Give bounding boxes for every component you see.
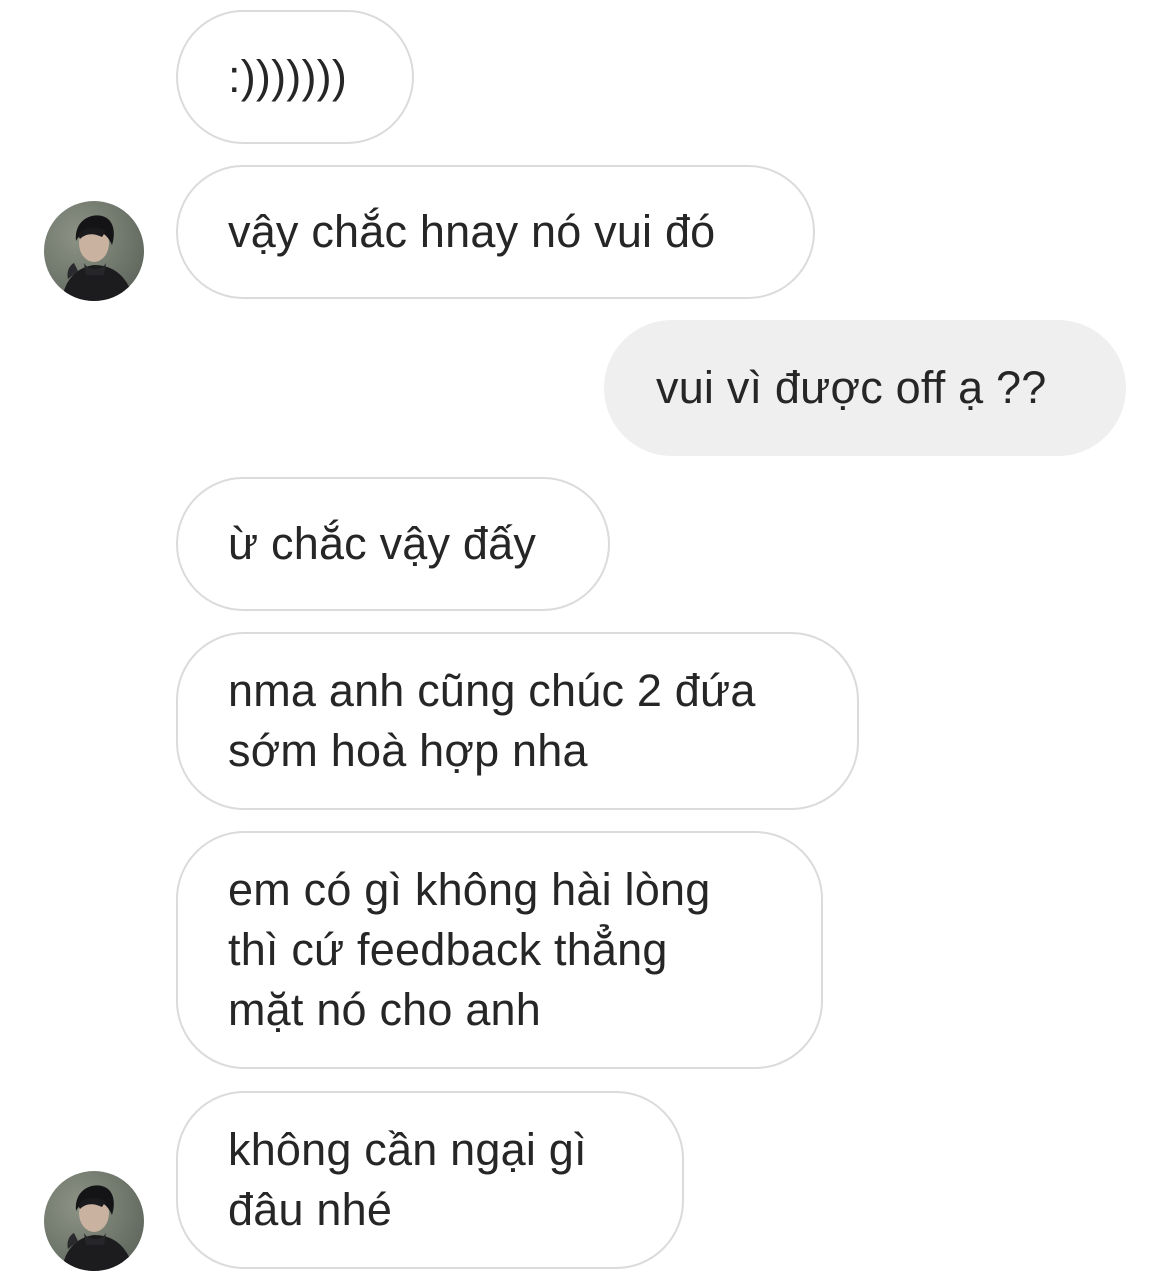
avatar-photo-icon bbox=[44, 201, 144, 301]
message-text: vui vì được off ạ ?? bbox=[656, 362, 1047, 413]
incoming-message-bubble[interactable]: nma anh cũng chúc 2 đứa sớm hoà hợp nha bbox=[176, 632, 859, 810]
message-text: nma anh cũng chúc 2 đứa sớm hoà hợp nha bbox=[228, 665, 756, 776]
incoming-message-bubble[interactable]: :))))))) bbox=[176, 10, 414, 144]
message-text: :))))))) bbox=[228, 51, 347, 102]
sender-avatar[interactable] bbox=[44, 1171, 144, 1271]
incoming-message-bubble[interactable]: vậy chắc hnay nó vui đó bbox=[176, 165, 815, 299]
message-text: em có gì không hài lòng thì cứ feedback … bbox=[228, 864, 711, 1035]
message-text: ừ chắc vậy đấy bbox=[228, 518, 537, 569]
message-text: không cần ngại gì đâu nhé bbox=[228, 1124, 587, 1235]
incoming-message-bubble[interactable]: em có gì không hài lòng thì cứ feedback … bbox=[176, 831, 823, 1069]
outgoing-message-bubble[interactable]: vui vì được off ạ ?? bbox=[604, 320, 1126, 456]
avatar-photo-icon bbox=[44, 1171, 144, 1271]
message-thread: :))))))) vậy chắc hnay nó vui đó vui vì … bbox=[0, 0, 1170, 1275]
incoming-message-bubble[interactable]: không cần ngại gì đâu nhé bbox=[176, 1091, 684, 1269]
incoming-message-bubble[interactable]: ừ chắc vậy đấy bbox=[176, 477, 610, 611]
message-text: vậy chắc hnay nó vui đó bbox=[228, 206, 716, 257]
sender-avatar[interactable] bbox=[44, 201, 144, 301]
